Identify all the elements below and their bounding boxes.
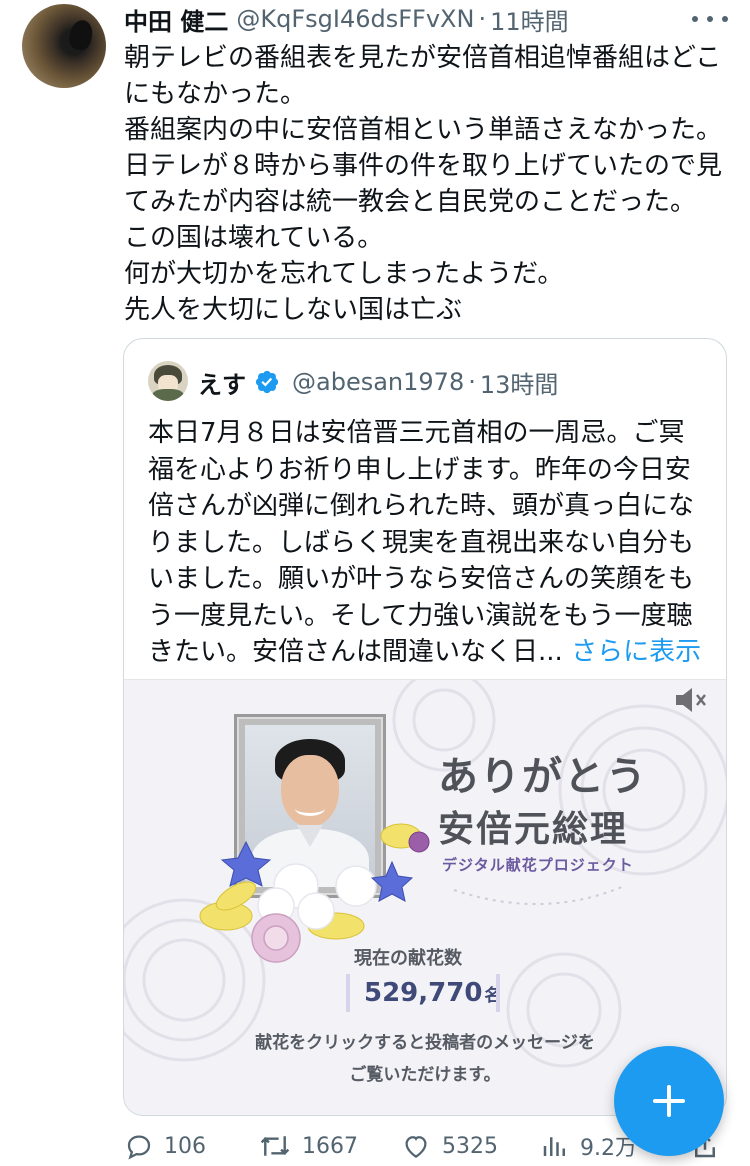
media-title: ありがとう [438,754,648,800]
quoted-tweet-text: 本日7月８日は安倍晋三元首相の一周忌。ご冥 福を心よりお祈り申し上げます。昨年の… [148,415,708,671]
quoted-tweet[interactable]: えす @abesan1978 · 13時間 本日7月８日は安倍晋三元首相の一周忌… [123,338,727,1116]
separator-dot: · [468,368,476,396]
quoted-text-line: りました。しばらく現実を直視出来ない自分も [148,527,695,558]
avatar-figure [67,18,95,52]
quoted-text-line: 本日7月８日は安倍晋三元首相の一周忌。ご冥 [148,418,685,448]
flower-count-label: 現在の献花数 [354,948,462,969]
tweet-text-line: にもなかった。 [124,79,307,109]
separator-dot: · [478,5,487,33]
tweet[interactable]: 中田 健二 @KqFsgI46dsFFvXN · 11時間 朝テレビの番組表を見… [0,0,750,1166]
quoted-author-avatar[interactable] [148,361,188,401]
retweet-count: 1667 [302,1133,358,1159]
reply-bubble-icon [127,1135,151,1160]
reply-count: 106 [164,1133,206,1159]
media-note: 献花をクリックすると投稿者のメッセージを [255,1033,595,1053]
verified-badge-icon [255,370,279,394]
media-note-line2: ご覧いただけます。 [349,1065,501,1085]
reply-button[interactable]: 106 [124,1126,206,1166]
quoted-author-handle[interactable]: @abesan1978 [292,368,464,396]
heart-icon [405,1136,427,1158]
quoted-text-truncated: きたい。安倍さんは間違いなく日... [148,637,563,667]
tweet-text-line: この国は壊れている。 [124,223,384,253]
tweet-text-line: てみたが内容は統一教会と自民党のことだった。 [124,187,697,217]
quoted-tweet-header: えす @abesan1978 · 13時間 [198,365,558,399]
views-button[interactable]: 9.2万 [540,1126,637,1166]
tweet-text-line: 番組案内の中に安倍首相という単語さえなかった。 [124,115,723,145]
tweet-text-line: 日テレが８時から事件の件を取り上げていたので見 [124,151,723,181]
like-count: 5325 [442,1133,498,1159]
speaker-muted-icon[interactable] [672,684,712,716]
quoted-tweet-time: 13時間 [479,370,559,399]
retweet-button[interactable]: 1667 [258,1126,358,1166]
count-bracket-left [346,974,350,1012]
quoted-text-line: う一度見たい。そして力強い演説をもう一度聴 [148,600,693,631]
quoted-text-line: 倍さんが凶弾に倒れられた時、頭が真っ白にな [148,491,695,521]
quoted-text-line: きたい。安倍さんは間違いなく日... さらに表示 [148,634,708,671]
tweet-text-line: 先人を大切にしない国は亡ぶ [124,295,463,325]
media-title-secondary: 安倍元総理 [438,809,629,850]
author-name[interactable]: 中田 健二 [124,2,228,37]
tweet-text-line: 朝テレビの番組表を見たが安倍首相追悼番組はどこ [124,43,722,73]
tweet-time[interactable]: 11時間 [490,2,569,37]
author-avatar[interactable] [22,4,106,88]
quoted-text-line: 福を心よりお祈り申し上げます。昨年の今日安 [148,454,691,485]
more-dots-icon[interactable] [692,8,728,30]
plus-icon [653,1085,685,1117]
flower-count: 529,770 名 [364,978,501,1008]
flower-count-value: 529,770 [364,978,483,1008]
quoted-author-name[interactable]: えす [198,365,246,400]
count-bracket-right [496,974,500,1012]
media-subtitle: デジタル献花プロジェクト [442,856,634,874]
tweet-header: 中田 健二 @KqFsgI46dsFFvXN · 11時間 [124,2,569,36]
retweet-icon [260,1136,290,1156]
views-bars-icon [543,1137,565,1156]
compose-button[interactable] [614,1046,724,1156]
author-handle[interactable]: @KqFsgI46dsFFvXN [236,5,474,33]
like-button[interactable]: 5325 [400,1126,498,1166]
quoted-media-image[interactable]: ありがとう 安倍元総理 デジタル献花プロジェクト 現在の献花数 529,770 名… [124,679,726,1115]
quoted-text-line: いました。願いが叶うなら安倍さんの笑顔をも [148,564,695,594]
tweet-text: 朝テレビの番組表を見たが安倍首相追悼番組はどこ にもなかった。 番組案内の中に安… [124,40,734,328]
tweet-text-line: 何が大切かを忘れてしまったようだ。 [124,259,564,289]
show-more-link[interactable]: さらに表示 [571,637,701,667]
